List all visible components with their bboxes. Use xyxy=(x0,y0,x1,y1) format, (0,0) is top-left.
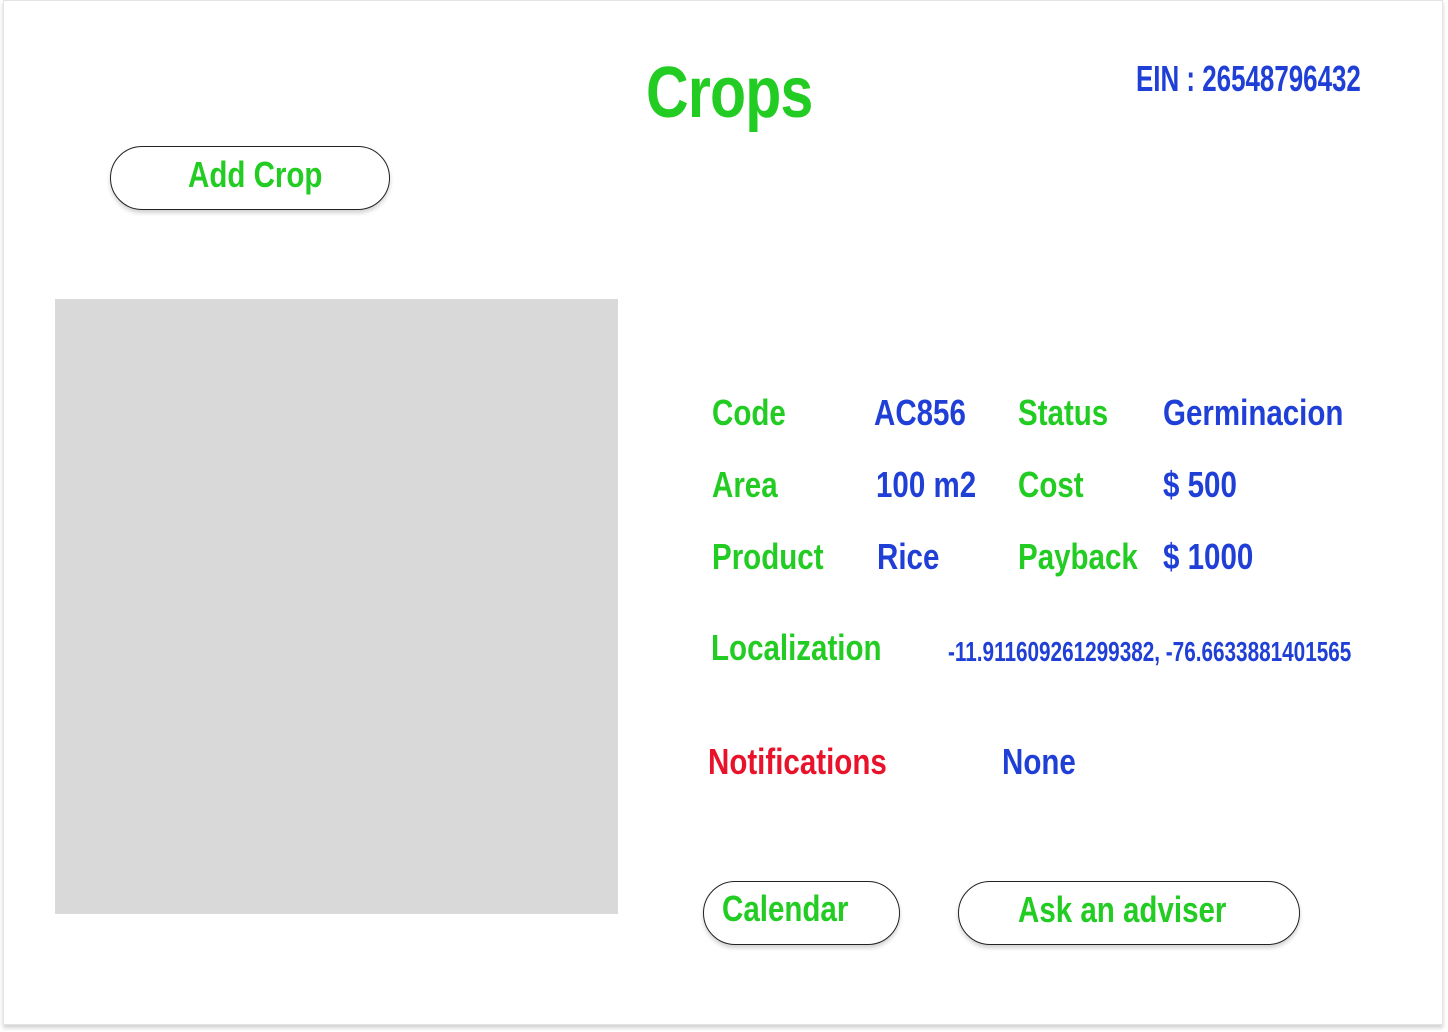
crop-image-placeholder xyxy=(55,299,618,914)
notifications-label: Notifications xyxy=(708,741,887,782)
area-value: 100 m2 xyxy=(876,464,977,505)
ein-label: EIN : 26548796432 xyxy=(1136,58,1361,99)
localization-value: -11.911609261299382, -76.6633881401565 xyxy=(948,636,1352,667)
page-title: Crops xyxy=(646,53,813,133)
add-crop-button[interactable]: Add Crop xyxy=(110,146,390,210)
code-value: AC856 xyxy=(874,392,966,433)
cost-value: $ 500 xyxy=(1163,464,1237,505)
status-value: Germinacion xyxy=(1163,392,1344,433)
product-label: Product xyxy=(712,536,824,577)
cost-label: Cost xyxy=(1018,464,1084,505)
code-label: Code xyxy=(712,392,786,433)
add-crop-button-label: Add Crop xyxy=(188,154,323,195)
area-label: Area xyxy=(712,464,778,505)
notifications-value: None xyxy=(1002,741,1076,782)
payback-label: Payback xyxy=(1018,536,1138,577)
product-value: Rice xyxy=(877,536,940,577)
ask-adviser-button[interactable]: Ask an adviser xyxy=(958,881,1300,945)
status-label: Status xyxy=(1018,392,1109,433)
payback-value: $ 1000 xyxy=(1163,536,1254,577)
ask-adviser-button-label: Ask an adviser xyxy=(1018,889,1227,930)
calendar-button[interactable]: Calendar xyxy=(703,881,900,945)
calendar-button-label: Calendar xyxy=(722,888,849,929)
localization-label: Localization xyxy=(711,627,882,668)
